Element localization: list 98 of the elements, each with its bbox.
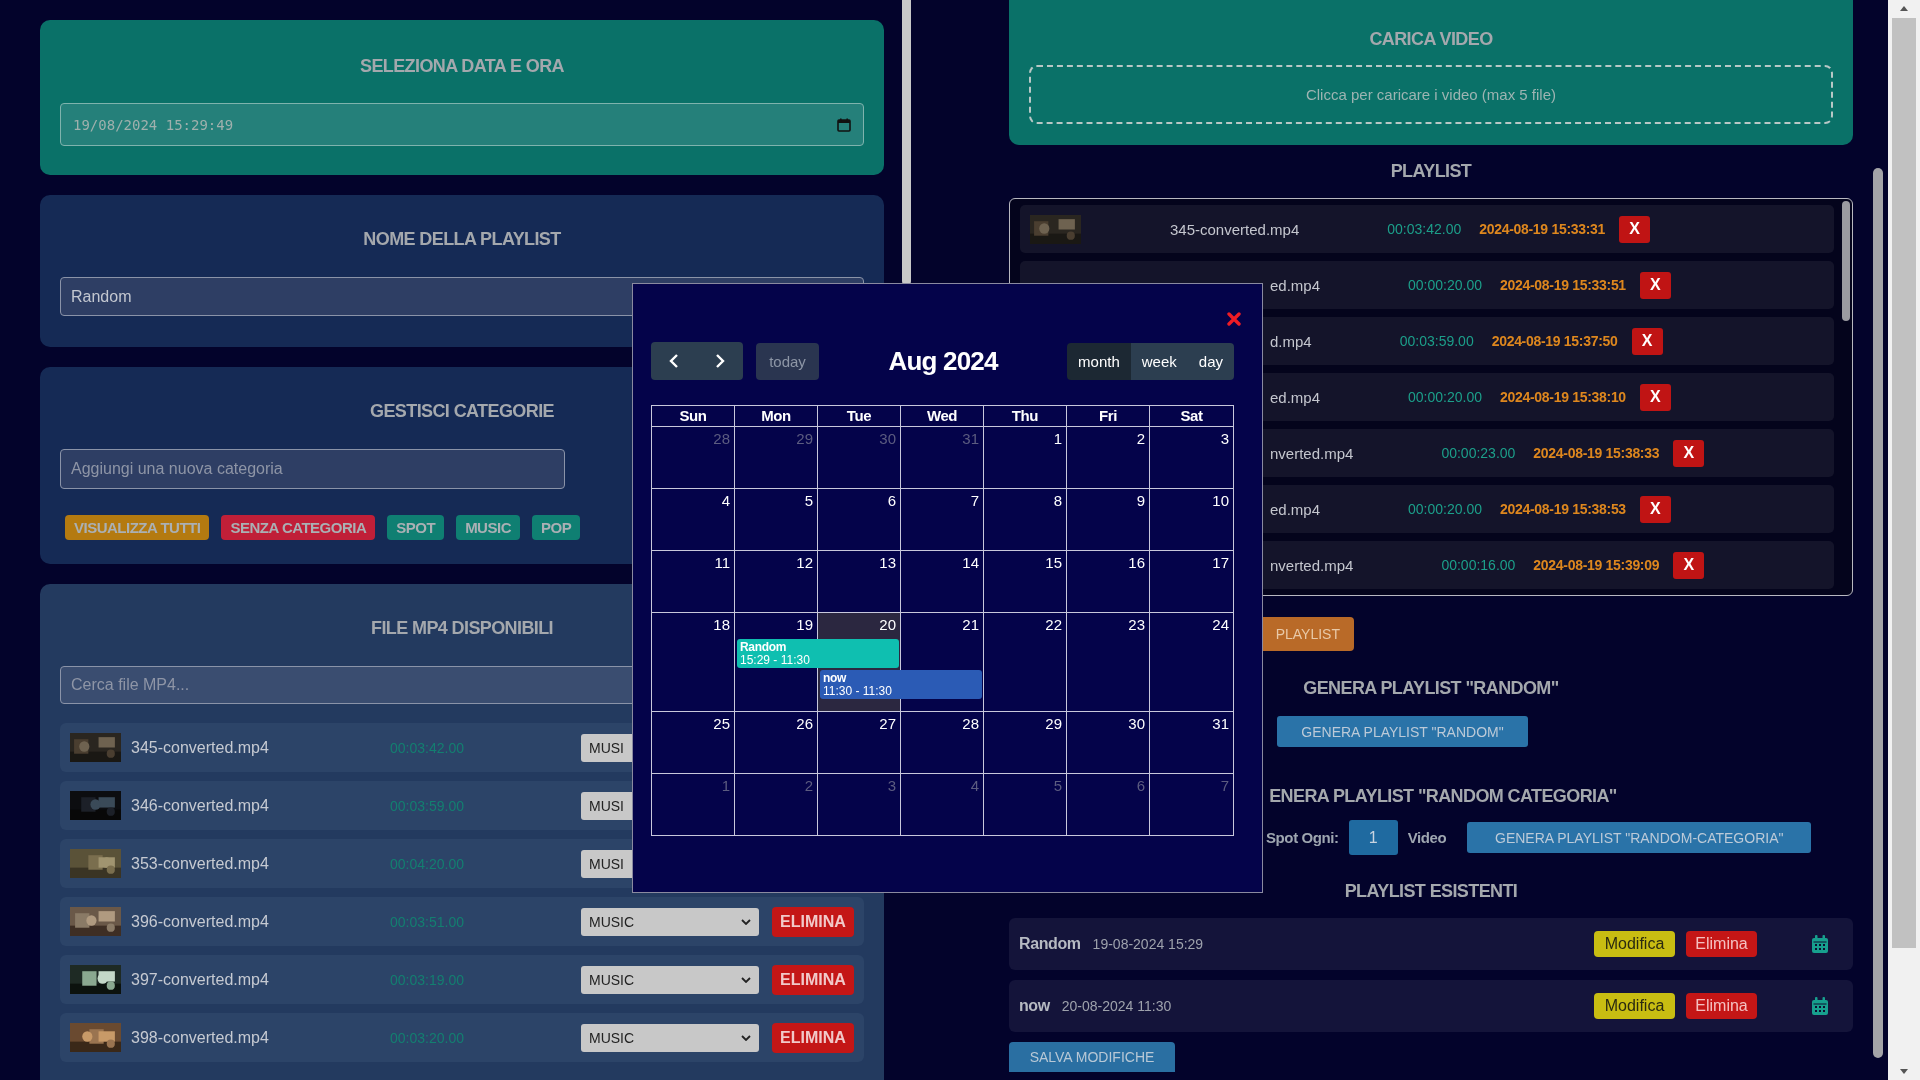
section-title: GESTISCI CATEGORIE	[370, 400, 554, 422]
day-number: 20	[879, 616, 896, 633]
day-number: 8	[1053, 492, 1062, 509]
file-name: nverted.mp4	[1270, 556, 1354, 574]
day-number: 6	[1136, 777, 1145, 794]
file-name: d.mp4	[1270, 332, 1312, 350]
scheduled-time: 2024-08-19 15:33:51	[1500, 277, 1626, 293]
section-title: GENERA PLAYLIST "RANDOM"	[1303, 677, 1559, 699]
playlist-date: 20-08-2024 11:30	[1061, 998, 1172, 1014]
scheduled-time: 2024-08-19 15:39:09	[1533, 557, 1660, 573]
day-number: 19	[796, 616, 813, 633]
file-name: ed.mp4	[1270, 388, 1321, 406]
file-duration: 00:03:42.00	[1387, 221, 1462, 237]
day-number: 16	[1128, 554, 1145, 571]
day-number: 31	[1212, 715, 1229, 732]
weekday-header: Sun	[652, 406, 735, 426]
file-duration: 00:03:20.00	[390, 1029, 465, 1046]
scheduled-time: 2024-08-19 15:38:53	[1500, 501, 1626, 517]
weekday-header: Wed	[901, 406, 984, 426]
scheduled-time: 2024-08-19 15:37:50	[1491, 333, 1618, 349]
day-number: 12	[796, 554, 813, 571]
day-number: 24	[1212, 616, 1229, 633]
file-duration: 00:03:59.00	[1399, 333, 1474, 349]
day-number: 5	[1053, 777, 1062, 794]
section-title: FILE MP4 DISPONIBILI	[371, 617, 553, 639]
section-title: PLAYLIST	[1390, 160, 1472, 182]
file-duration: 00:00:20.00	[1408, 389, 1482, 405]
calendar-title: Aug 2024	[887, 345, 1000, 377]
weekday-header: Mon	[735, 406, 818, 426]
file-duration: 00:00:20.00	[1408, 501, 1482, 517]
section-title: CARICA VIDEO	[1368, 28, 1494, 50]
playlist-date: 19-08-2024 15:29	[1092, 936, 1204, 952]
file-name: 353-converted.mp4	[131, 854, 270, 873]
file-name: 345-converted.mp4	[131, 738, 270, 757]
day-number: 5	[804, 492, 813, 509]
day-number: 15	[1045, 554, 1062, 571]
day-number: 7	[970, 492, 979, 509]
file-duration: 00:03:59.00	[390, 797, 465, 814]
day-number: 11	[714, 554, 730, 571]
section-title: NOME DELLA PLAYLIST	[363, 228, 561, 250]
day-number: 30	[879, 430, 896, 447]
scheduled-time: 2024-08-19 15:38:33	[1533, 445, 1660, 461]
section-title: SELEZIONA DATA E ORA	[360, 55, 564, 77]
file-duration: 00:03:51.00	[390, 913, 465, 930]
file-name: ed.mp4	[1270, 276, 1321, 294]
day-number: 10	[1212, 492, 1229, 509]
day-number: 3	[887, 777, 896, 794]
day-number: 30	[1128, 715, 1145, 732]
file-duration: 00:00:23.00	[1441, 445, 1516, 461]
day-number: 23	[1128, 616, 1145, 633]
scheduled-time: 2024-08-19 15:38:10	[1500, 389, 1626, 405]
file-name: 346-converted.mp4	[131, 796, 270, 815]
day-number: 25	[713, 715, 730, 732]
file-name: 398-converted.mp4	[131, 1028, 270, 1047]
day-number: 21	[962, 616, 979, 633]
weekday-header: Sat	[1179, 406, 1204, 426]
day-number: 26	[796, 715, 813, 732]
scheduled-time: 2024-08-19 15:33:31	[1479, 221, 1606, 237]
video-label: Video	[1407, 829, 1447, 846]
day-number: 22	[1045, 616, 1062, 633]
day-number: 28	[962, 715, 979, 732]
spot-label: Spot Ogni:	[1266, 829, 1339, 846]
day-number: 2	[1136, 430, 1145, 447]
file-duration: 00:03:19.00	[390, 971, 465, 988]
file-duration: 00:03:42.00	[390, 739, 465, 756]
file-name: 397-converted.mp4	[131, 970, 270, 989]
file-duration: 00:00:16.00	[1441, 557, 1516, 573]
weekday-header: Thu	[984, 406, 1067, 426]
file-duration: 00:00:20.00	[1408, 277, 1482, 293]
file-name: ed.mp4	[1270, 500, 1321, 518]
day-number: 17	[1212, 554, 1229, 571]
section-title: ENERA PLAYLIST "RANDOM CATEGORIA"	[1269, 785, 1617, 807]
weekday-header: Tue	[818, 406, 901, 426]
playlist-name: now	[1019, 997, 1050, 1015]
day-number: 1	[721, 777, 730, 794]
day-number: 6	[887, 492, 896, 509]
section-title: PLAYLIST ESISTENTI	[1344, 880, 1518, 902]
day-number: 9	[1136, 492, 1145, 509]
day-number: 18	[713, 616, 730, 633]
day-number: 2	[804, 777, 813, 794]
day-number: 28	[713, 430, 730, 447]
day-number: 13	[879, 554, 896, 571]
weekday-header: Fri	[1067, 406, 1150, 426]
playlist-name: Random	[1019, 935, 1081, 953]
day-number: 4	[721, 492, 730, 509]
day-number: 4	[970, 777, 979, 794]
file-duration: 00:04:20.00	[390, 855, 465, 872]
day-number: 27	[879, 715, 896, 732]
day-number: 14	[962, 554, 979, 571]
day-number: 1	[1053, 430, 1062, 447]
day-number: 3	[1220, 430, 1229, 447]
file-name: 396-converted.mp4	[131, 912, 270, 931]
day-number: 7	[1220, 777, 1229, 794]
day-number: 31	[962, 430, 979, 447]
file-name: 345-converted.mp4	[1170, 220, 1300, 238]
file-name: nverted.mp4	[1270, 444, 1354, 462]
day-number: 29	[1045, 715, 1062, 732]
day-number: 29	[796, 430, 813, 447]
